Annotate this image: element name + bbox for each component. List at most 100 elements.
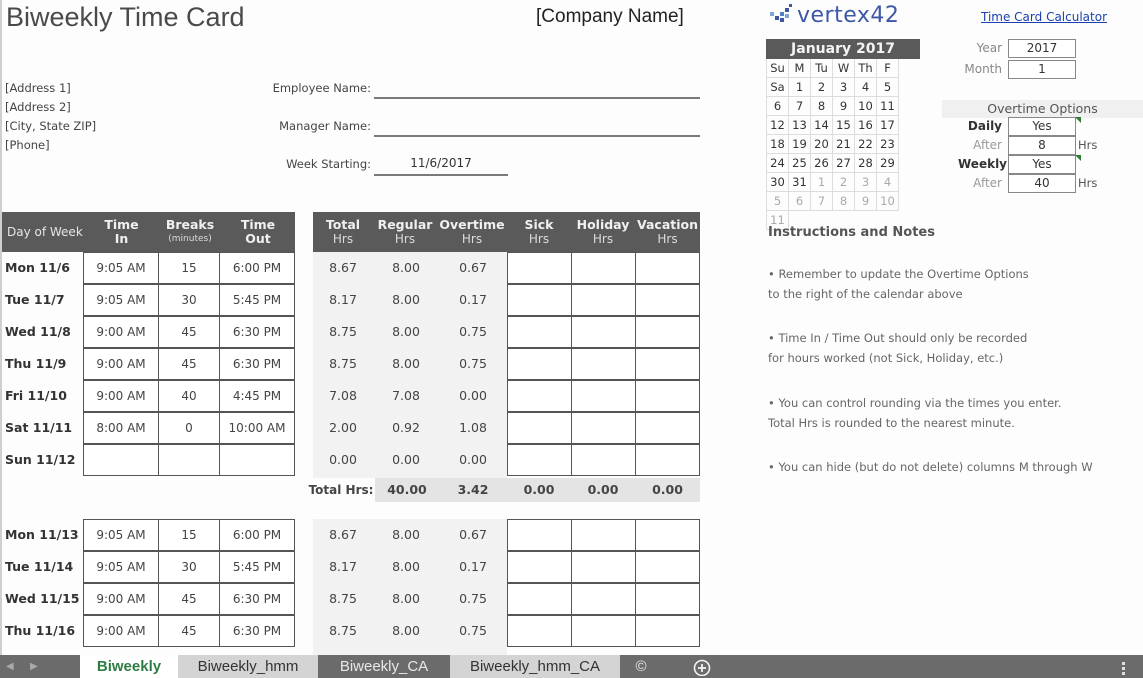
sheet-tab-biweekly-hmm[interactable]: Biweekly_hmm: [178, 655, 318, 678]
time-entry-cell-out[interactable]: 4:45 PM: [219, 380, 295, 412]
note-4: • You can hide (but do not delete) colum…: [768, 457, 1093, 477]
time-entry-cell-in[interactable]: 9:05 AM: [83, 551, 159, 583]
time-entry-cell-out[interactable]: 6:30 PM: [219, 316, 295, 348]
vacation-hrs-cell[interactable]: [635, 551, 700, 583]
holiday-hrs-cell[interactable]: [571, 551, 636, 583]
time-entry-cell-in[interactable]: 8:00 AM: [83, 412, 159, 444]
time-entry-cell-breaks[interactable]: [158, 444, 220, 476]
sick-hrs-cell[interactable]: [507, 284, 572, 316]
time-entry-cell-breaks[interactable]: 45: [158, 583, 220, 615]
sick-hrs-cell[interactable]: [507, 316, 572, 348]
time-entry-cell-out[interactable]: [219, 444, 295, 476]
sick-hrs-cell[interactable]: [507, 252, 572, 284]
holiday-hrs-cell[interactable]: [571, 519, 636, 551]
time-entry-cell-breaks[interactable]: 15: [158, 252, 220, 284]
daily-overtime-select[interactable]: Yes: [1008, 117, 1076, 136]
note-2-line-1: • Time In / Time Out should only be reco…: [768, 331, 1028, 345]
sick-hrs-cell[interactable]: [507, 380, 572, 412]
sick-hrs-cell[interactable]: [507, 615, 572, 647]
vacation-hrs-cell[interactable]: [635, 252, 700, 284]
sick-hrs-cell[interactable]: [507, 444, 572, 476]
company-name[interactable]: [Company Name]: [536, 6, 684, 28]
time-entry-cell-breaks[interactable]: 0: [158, 412, 220, 444]
weekly-after-input[interactable]: 40: [1008, 174, 1076, 193]
holiday-hrs-cell[interactable]: [571, 252, 636, 284]
vacation-hrs-cell[interactable]: [635, 615, 700, 647]
time-entry-cell-in[interactable]: 9:05 AM: [83, 284, 159, 316]
day-label: Mon 11/13: [5, 527, 79, 542]
time-entry-cell-out[interactable]: 6:00 PM: [219, 252, 295, 284]
scroll-tabs-right-icon[interactable]: ▶: [30, 655, 38, 678]
time-entry-cell-out[interactable]: 10:00 AM: [219, 412, 295, 444]
vacation-hrs-cell[interactable]: [635, 412, 700, 444]
time-entry-cell-breaks[interactable]: 45: [158, 316, 220, 348]
time-entry-cell-in[interactable]: 9:05 AM: [83, 252, 159, 284]
week-starting-field[interactable]: 11/6/2017: [374, 156, 508, 170]
note-1-line-1: • Remember to update the Overtime Option…: [768, 267, 1029, 281]
time-entry-cell-breaks[interactable]: 30: [158, 551, 220, 583]
sick-hrs-cell[interactable]: [507, 583, 572, 615]
holiday-hrs-cell[interactable]: [571, 348, 636, 380]
time-entry-cell-in[interactable]: 9:05 AM: [83, 519, 159, 551]
holiday-hrs-cell[interactable]: [571, 615, 636, 647]
month-input[interactable]: 1: [1008, 60, 1076, 79]
vacation-hrs-cell[interactable]: [635, 444, 700, 476]
header-holiday-hrs: Holiday Hrs: [571, 212, 635, 252]
sheet-tab-[interactable]: ©: [620, 655, 662, 678]
sheet-tab-biweekly-hmm-ca[interactable]: Biweekly_hmm_CA: [450, 655, 620, 678]
address-phone[interactable]: [Phone]: [5, 138, 50, 152]
holiday-hrs-cell[interactable]: [571, 284, 636, 316]
holiday-hrs-cell[interactable]: [571, 412, 636, 444]
time-entry-cell-in[interactable]: 9:00 AM: [83, 316, 159, 348]
manager-name-field[interactable]: [374, 135, 700, 137]
tab-splitter-handle[interactable]: [1122, 662, 1126, 675]
sheet-tab-biweekly-ca[interactable]: Biweekly_CA: [318, 655, 450, 678]
address-line-1[interactable]: [Address 1]: [5, 81, 71, 95]
header-regular-line1: Regular: [377, 217, 433, 232]
sick-hrs-cell[interactable]: [507, 412, 572, 444]
daily-after-input[interactable]: 8: [1008, 136, 1076, 155]
time-entry-cell-in[interactable]: 9:00 AM: [83, 615, 159, 647]
sick-hrs-cell[interactable]: [507, 551, 572, 583]
holiday-hrs-cell[interactable]: [571, 444, 636, 476]
vacation-hrs-cell[interactable]: [635, 519, 700, 551]
week-starting-label: Week Starting:: [286, 157, 371, 171]
time-entry-cell-out[interactable]: 6:00 PM: [219, 519, 295, 551]
time-entry-cell-breaks[interactable]: 40: [158, 380, 220, 412]
time-entry-cell-out[interactable]: 6:30 PM: [219, 615, 295, 647]
sick-hrs-cell[interactable]: [507, 348, 572, 380]
vacation-hrs-cell[interactable]: [635, 284, 700, 316]
time-entry-cell-in[interactable]: 9:00 AM: [83, 583, 159, 615]
time-entry-cell-out[interactable]: 6:30 PM: [219, 583, 295, 615]
time-entry-cell-in[interactable]: [83, 444, 159, 476]
address-city-state-zip[interactable]: [City, State ZIP]: [5, 119, 96, 133]
time-card-calculator-link[interactable]: Time Card Calculator: [981, 10, 1107, 24]
holiday-hrs-cell[interactable]: [571, 583, 636, 615]
time-entry-cell-breaks[interactable]: 45: [158, 615, 220, 647]
employee-name-field[interactable]: [374, 97, 700, 99]
scroll-tabs-left-icon[interactable]: ◀: [6, 655, 14, 678]
time-entry-cell-out[interactable]: 6:30 PM: [219, 348, 295, 380]
time-entry-cell-breaks[interactable]: 30: [158, 284, 220, 316]
holiday-hrs-cell[interactable]: [571, 380, 636, 412]
time-entry-cell-in[interactable]: 9:00 AM: [83, 380, 159, 412]
time-entry-cell-out[interactable]: 5:45 PM: [219, 551, 295, 583]
year-input[interactable]: 2017: [1008, 39, 1076, 58]
time-entry-cell-in[interactable]: 9:00 AM: [83, 348, 159, 380]
vacation-hrs-cell[interactable]: [635, 380, 700, 412]
new-sheet-button[interactable]: [692, 658, 712, 677]
calc-cell-total: 8.17: [329, 559, 357, 574]
vacation-hrs-cell[interactable]: [635, 316, 700, 348]
weekly-overtime-select[interactable]: Yes: [1008, 155, 1076, 174]
time-entry-cell-breaks[interactable]: 15: [158, 519, 220, 551]
address-line-2[interactable]: [Address 2]: [5, 100, 71, 114]
header-time-out-line1: Time: [240, 217, 276, 232]
vacation-hrs-cell[interactable]: [635, 583, 700, 615]
holiday-hrs-cell[interactable]: [571, 316, 636, 348]
sick-hrs-cell[interactable]: [507, 519, 572, 551]
sheet-tab-biweekly[interactable]: Biweekly: [80, 655, 178, 678]
time-entry-cell-breaks[interactable]: 45: [158, 348, 220, 380]
time-entry-cell-out[interactable]: 5:45 PM: [219, 284, 295, 316]
calendar-day: 14: [811, 116, 833, 135]
vacation-hrs-cell[interactable]: [635, 348, 700, 380]
